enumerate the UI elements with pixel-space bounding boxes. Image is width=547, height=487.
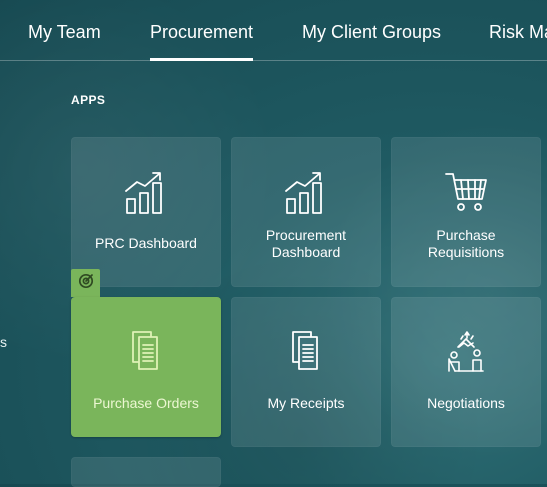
selected-tile-badge[interactable] bbox=[71, 269, 100, 297]
top-navigation: My Team Procurement My Client Groups Ris… bbox=[0, 0, 547, 61]
apps-section-title: APPS bbox=[71, 93, 106, 107]
tab-procurement[interactable]: Procurement bbox=[150, 22, 254, 61]
tile-label: PRC Dashboard bbox=[95, 235, 197, 251]
documents-icon bbox=[71, 329, 221, 375]
tile-label: Purchase Requisitions bbox=[427, 227, 505, 260]
tab-my-team[interactable]: My Team bbox=[28, 22, 101, 43]
tile-label: Purchase Orders bbox=[93, 395, 199, 411]
tile-my-receipts[interactable]: My Receipts bbox=[231, 297, 381, 447]
tab-my-client-groups[interactable]: My Client Groups bbox=[302, 22, 441, 43]
tile-purchase-requisitions[interactable]: Purchase Requisitions bbox=[391, 137, 541, 287]
tile-purchase-orders[interactable]: Purchase Orders bbox=[71, 297, 221, 437]
documents-icon bbox=[231, 329, 381, 375]
tile-negotiations[interactable]: Negotiations bbox=[391, 297, 541, 447]
tile-label: Negotiations bbox=[427, 395, 505, 411]
tab-risk-management[interactable]: Risk Ma bbox=[489, 22, 547, 43]
chart-trend-icon bbox=[71, 169, 221, 215]
tile-partial[interactable] bbox=[71, 457, 221, 487]
shopping-cart-icon bbox=[391, 169, 541, 215]
tile-procurement-dashboard[interactable]: Procurement Dashboard bbox=[231, 137, 381, 287]
tile-prc-dashboard[interactable]: PRC Dashboard bbox=[71, 137, 221, 287]
target-icon bbox=[78, 273, 94, 294]
side-label-fragment: s bbox=[0, 334, 7, 350]
tile-label: Procurement Dashboard bbox=[265, 227, 347, 260]
negotiation-icon bbox=[391, 329, 541, 375]
tile-label: My Receipts bbox=[267, 395, 345, 411]
chart-trend-icon bbox=[231, 169, 381, 215]
